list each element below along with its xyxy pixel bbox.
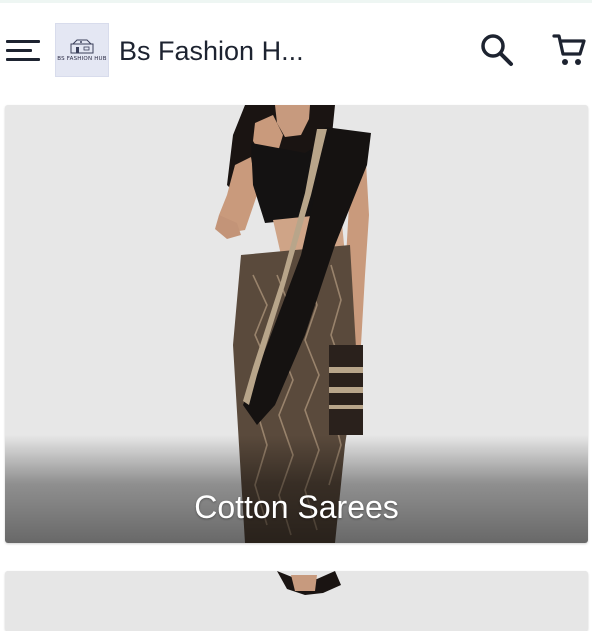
store-logo-icon [70,39,94,54]
next-card-photo [5,571,588,631]
logo-text: BS FASHION HUB [57,56,107,62]
category-card-cotton-sarees[interactable]: Cotton Sarees [5,105,588,543]
cart-button[interactable] [548,29,590,71]
app-bar: BS FASHION HUB Bs Fashion H... [0,3,592,97]
cart-icon [552,34,586,65]
category-label: Cotton Sarees [194,489,399,525]
category-card-next[interactable] [5,571,588,631]
store-logo[interactable]: BS FASHION HUB [55,23,109,77]
search-icon [481,34,513,66]
hamburger-menu-icon [6,40,40,61]
store-title: Bs Fashion H... [119,36,304,66]
menu-button[interactable] [0,27,46,73]
search-button[interactable] [476,29,518,71]
